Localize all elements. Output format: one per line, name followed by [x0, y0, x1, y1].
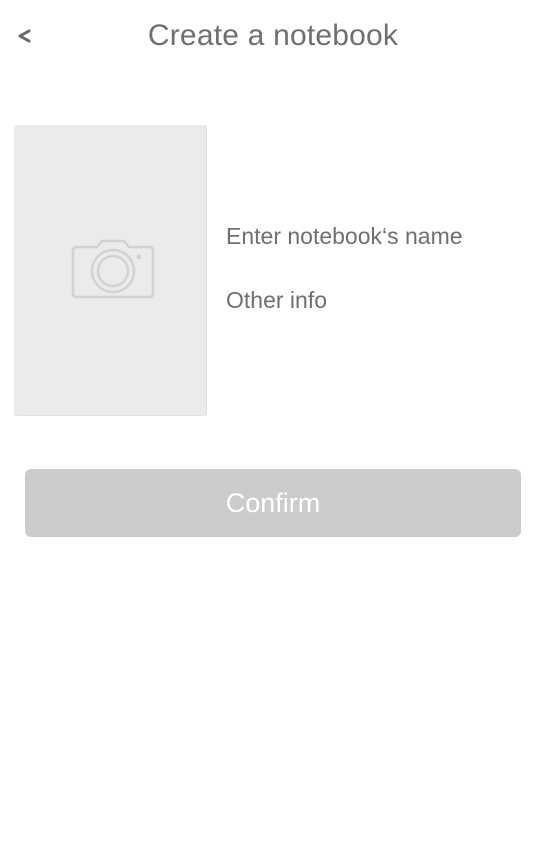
page-title: Create a notebook	[147, 19, 399, 52]
notebook-name-input[interactable]	[226, 219, 526, 253]
camera-icon	[71, 239, 155, 299]
top-bar: Create a notebook	[0, 0, 546, 76]
notebook-cover-picker[interactable]	[14, 125, 207, 416]
other-info-input[interactable]	[226, 283, 526, 317]
confirm-button-label: Confirm	[225, 487, 321, 518]
confirm-button[interactable]: Confirm	[25, 469, 521, 537]
